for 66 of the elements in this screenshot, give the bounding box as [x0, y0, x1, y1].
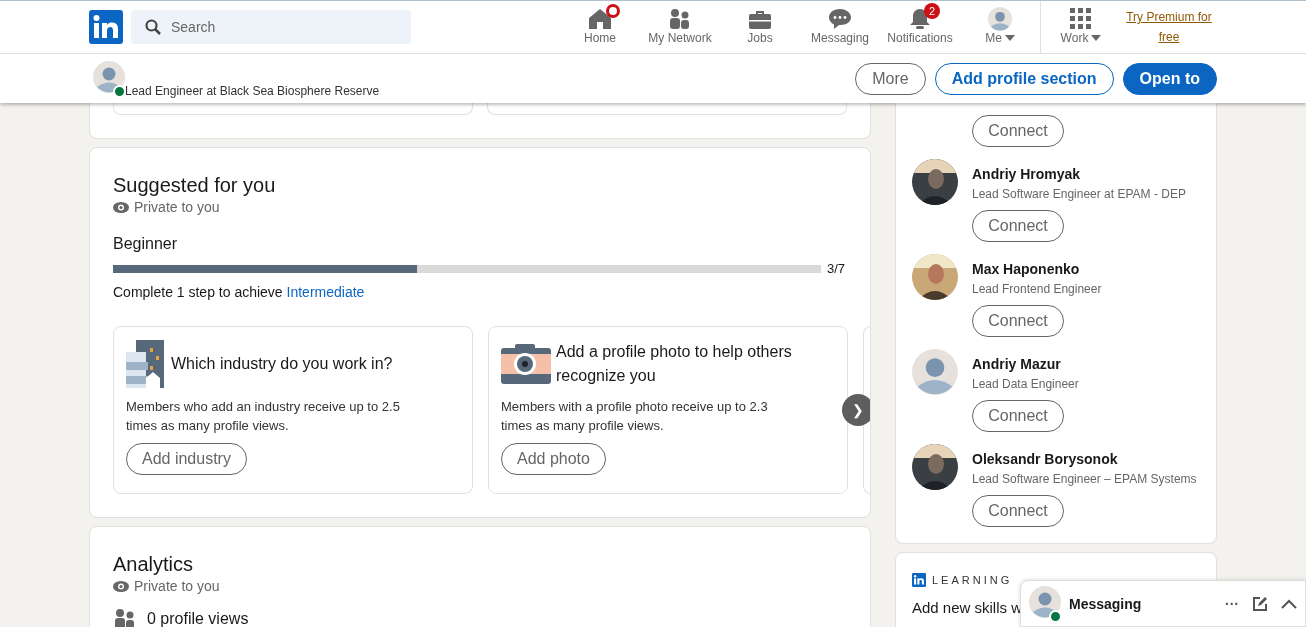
notification-badge: 2 [924, 3, 940, 19]
briefcase-icon [748, 8, 772, 30]
grid-icon [1070, 8, 1092, 30]
privacy-note: Private to you [134, 199, 220, 215]
nav-item[interactable]: Work [1041, 1, 1121, 53]
profile-button[interactable]: Add profile section [934, 62, 1114, 95]
suggestion-text: Members who add an industry receive up to 2.5 times as many profile views. [126, 398, 401, 435]
nav-item[interactable]: Jobs [720, 1, 800, 53]
section-title: Suggested for you [113, 174, 277, 197]
connect-button[interactable]: Connect [972, 305, 1064, 337]
suggestion-button[interactable]: Add industry [126, 443, 247, 475]
people-icon [668, 8, 692, 30]
connect-button[interactable]: Connect [972, 495, 1064, 527]
nav-item[interactable]: 2 Notifications [880, 1, 960, 53]
person-name[interactable]: Andriy Hromyak [972, 166, 1186, 182]
next-button[interactable]: ❯ [842, 394, 870, 426]
nav-item[interactable]: Home [560, 1, 640, 53]
suggestion-title: Add a profile photo to help others recognize you [556, 342, 793, 386]
connect-button[interactable]: Connect [972, 400, 1064, 432]
logo-icon [89, 10, 123, 44]
messaging-avatar [1029, 585, 1061, 618]
suggestion-title: Which industry do you work in? [171, 354, 393, 374]
suggestion-text: Members with a profile photo receive up to 2.3 times as many profile views. [501, 398, 769, 435]
chat-bubble-icon [828, 8, 852, 30]
progress-count: 3/7 [827, 261, 846, 276]
person-name[interactable]: Oleksandr Borysonok [972, 451, 1197, 467]
camera-icon [501, 344, 551, 384]
profile-views: 0 profile views [147, 610, 249, 627]
level-link[interactable]: Intermediate [286, 284, 365, 300]
home-icon [588, 8, 612, 30]
suggestion-button[interactable]: Add photo [501, 443, 606, 475]
messaging-bar[interactable]: Messaging ··· [1020, 580, 1306, 627]
profile-button[interactable]: More [855, 62, 926, 95]
learning-label: LEARNING [932, 574, 1013, 586]
profile-headline: Lead Engineer at Black Sea Biosphere Reserve [125, 84, 380, 98]
eye-icon [113, 580, 129, 592]
person-name[interactable]: Max Haponenko [972, 261, 1102, 277]
chevron-up-icon[interactable] [1281, 598, 1297, 609]
person-headline: Lead Frontend Engineer [972, 282, 1102, 296]
avatar-icon [912, 349, 958, 395]
nav-item[interactable]: Me [960, 1, 1040, 53]
eye-icon [113, 201, 129, 213]
buildings-icon [126, 340, 166, 388]
search-icon [145, 19, 161, 35]
premium-link[interactable]: Try Premium for free [1121, 7, 1217, 47]
nav-item[interactable]: My Network [640, 1, 720, 53]
search-field[interactable]: Search [131, 10, 411, 44]
profile-button[interactable]: Open to [1122, 62, 1217, 95]
connect-button[interactable]: Connect [972, 115, 1064, 147]
more-button[interactable]: ··· [1225, 595, 1239, 612]
profile-avatar [93, 60, 125, 93]
section-title: Analytics [113, 553, 195, 576]
progress-hint: Complete 1 step to achieve Intermediate [113, 284, 366, 300]
avatar-icon [988, 7, 1012, 31]
messaging-title: Messaging [1069, 595, 1142, 612]
logo-icon [912, 573, 926, 587]
nav-item[interactable]: Messaging [800, 1, 880, 53]
people-icon [113, 608, 137, 627]
compose-icon[interactable] [1253, 596, 1267, 611]
person-headline: Lead Software Engineer – EPAM Systems [972, 472, 1197, 486]
person-headline: Lead Software Engineer at EPAM - DEP [972, 187, 1186, 201]
level-label: Beginner [113, 235, 179, 253]
person-name[interactable]: Andriy Mazur [972, 356, 1079, 372]
connect-button[interactable]: Connect [972, 210, 1064, 242]
privacy-note: Private to you [134, 578, 220, 594]
person-headline: Lead Data Engineer [972, 377, 1079, 391]
